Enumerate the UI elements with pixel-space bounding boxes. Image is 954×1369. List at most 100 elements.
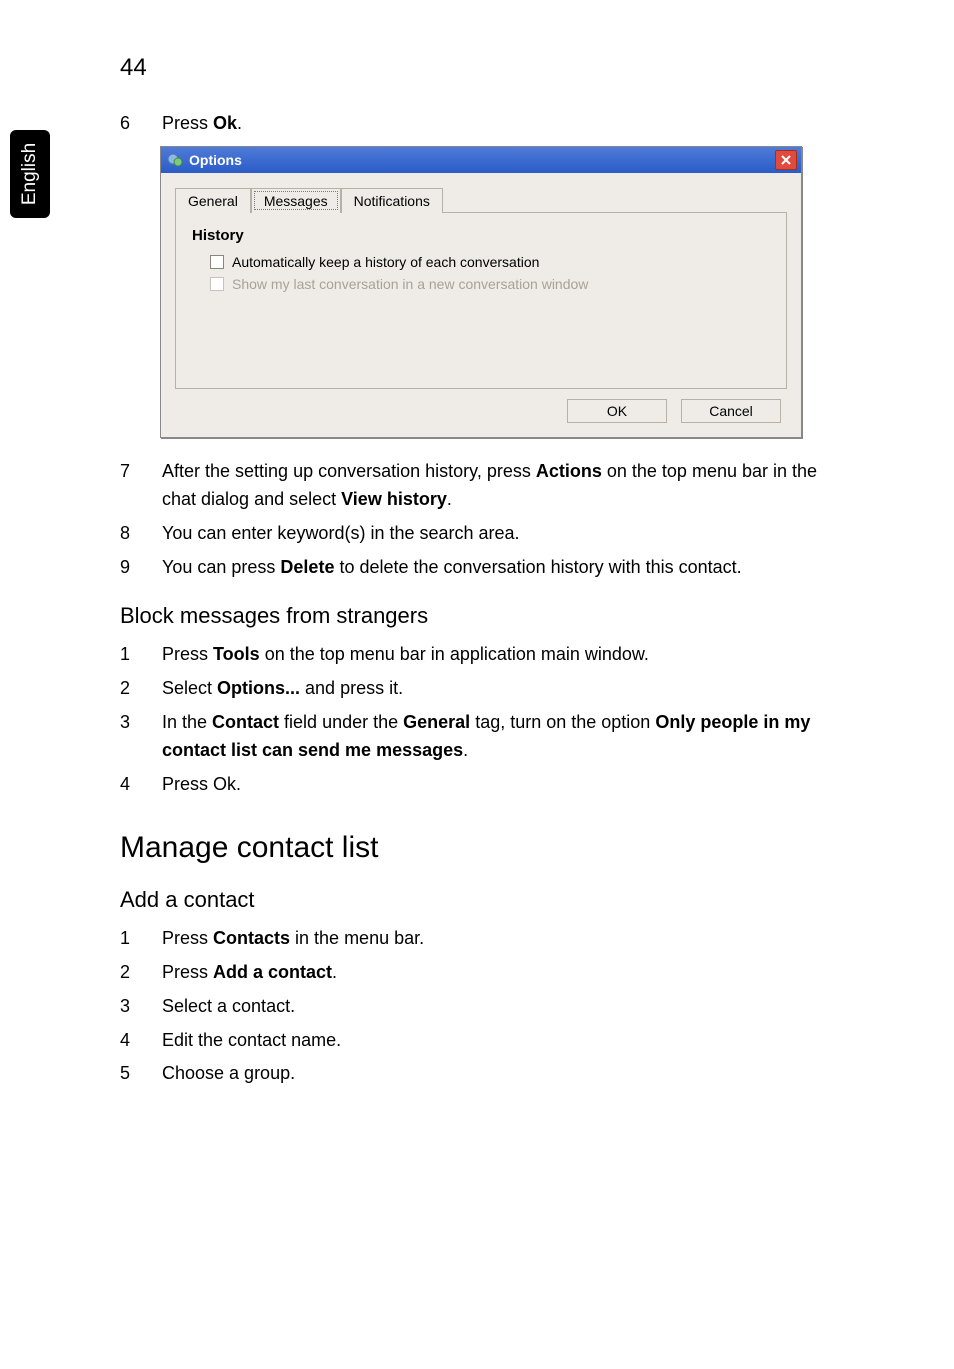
tab-notifications[interactable]: Notifications	[341, 188, 443, 213]
dialog-titlebar: Options	[161, 147, 801, 173]
text-bold: Contacts	[213, 928, 290, 948]
checkbox-show-last-convo: Show my last conversation in a new conve…	[210, 276, 770, 292]
step-number: 4	[120, 771, 138, 799]
text: Press	[162, 644, 213, 664]
text-bold: View history	[341, 489, 447, 509]
step-number: 1	[120, 925, 138, 953]
heading-block-strangers: Block messages from strangers	[120, 603, 820, 629]
checkbox-icon	[210, 255, 224, 269]
step-number: 2	[120, 959, 138, 987]
step-number: 3	[120, 709, 138, 765]
step-8: 8 You can enter keyword(s) in the search…	[120, 520, 820, 548]
step-d2: 2 Press Add a contact.	[120, 959, 820, 987]
step-text: Press Ok.	[162, 110, 242, 138]
ok-button[interactable]: OK	[567, 399, 667, 423]
step-d5: 5 Choose a group.	[120, 1060, 820, 1088]
text: Press	[162, 113, 213, 133]
step-text: Press Add a contact.	[162, 959, 337, 987]
text: and press it.	[300, 678, 403, 698]
step-d4: 4 Edit the contact name.	[120, 1027, 820, 1055]
text-bold: Ok	[213, 113, 237, 133]
text: .	[463, 740, 468, 760]
text: on the top menu bar in application main …	[260, 644, 649, 664]
text-bold: General	[403, 712, 470, 732]
step-text: In the Contact field under the General t…	[162, 709, 820, 765]
tab-messages[interactable]: Messages	[251, 188, 341, 213]
heading-add-a-contact: Add a contact	[120, 887, 820, 913]
step-number: 5	[120, 1060, 138, 1088]
step-c2: 2 Select Options... and press it.	[120, 675, 820, 703]
step-text: Press Ok.	[162, 771, 241, 799]
steps-list-a: 6 Press Ok.	[120, 110, 820, 138]
step-text: You can enter keyword(s) in the search a…	[162, 520, 520, 548]
step-text: Choose a group.	[162, 1060, 295, 1088]
language-side-tab: English	[10, 130, 50, 218]
step-text: You can press Delete to delete the conve…	[162, 554, 742, 582]
step-c4: 4 Press Ok.	[120, 771, 820, 799]
dialog-title: Options	[189, 152, 242, 168]
checkbox-label: Automatically keep a history of each con…	[232, 254, 539, 270]
section-history-title: History	[192, 227, 770, 244]
step-7: 7 After the setting up conversation hist…	[120, 458, 820, 514]
step-number: 3	[120, 993, 138, 1021]
checkbox-keep-history[interactable]: Automatically keep a history of each con…	[210, 254, 770, 270]
text: Press	[162, 962, 213, 982]
text-bold: Options...	[217, 678, 300, 698]
tab-panel-messages: History Automatically keep a history of …	[175, 212, 787, 389]
step-number: 1	[120, 641, 138, 669]
steps-list-c: 1 Press Tools on the top menu bar in app…	[120, 641, 820, 798]
page: 4 4 English 6 Press Ok. Options	[0, 0, 954, 1369]
step-number: 4	[120, 1027, 138, 1055]
titlebar-left: Options	[167, 152, 242, 168]
step-c1: 1 Press Tools on the top menu bar in app…	[120, 641, 820, 669]
tab-general[interactable]: General	[175, 188, 251, 213]
checkbox-label: Show my last conversation in a new conve…	[232, 276, 588, 292]
cancel-button[interactable]: Cancel	[681, 399, 781, 423]
step-number: 6	[120, 110, 138, 138]
step-text: Select a contact.	[162, 993, 295, 1021]
text: .	[447, 489, 452, 509]
text: You can press	[162, 557, 280, 577]
steps-list-b: 7 After the setting up conversation hist…	[120, 458, 820, 582]
heading-manage-contact-list: Manage contact list	[120, 831, 820, 865]
content-area: 6 Press Ok. Options	[120, 110, 820, 1094]
step-number: 2	[120, 675, 138, 703]
options-dialog-screenshot: Options General Messages Notifications H…	[160, 146, 802, 438]
step-number: 8	[120, 520, 138, 548]
text-bold: Add a contact	[213, 962, 332, 982]
dialog-tabs: General Messages Notifications	[175, 187, 787, 212]
text: field under the	[279, 712, 403, 732]
text-bold: Contact	[212, 712, 279, 732]
step-text: Press Contacts in the menu bar.	[162, 925, 424, 953]
text: Press	[162, 928, 213, 948]
app-icon	[167, 152, 183, 168]
text-bold: Tools	[213, 644, 260, 664]
text: to delete the conversation history with …	[334, 557, 741, 577]
text: After the setting up conversation histor…	[162, 461, 536, 481]
dialog-button-row: OK Cancel	[175, 389, 787, 427]
step-number: 7	[120, 458, 138, 514]
text: in the menu bar.	[290, 928, 424, 948]
close-icon	[781, 155, 791, 165]
steps-list-d: 1 Press Contacts in the menu bar. 2 Pres…	[120, 925, 820, 1088]
step-9: 9 You can press Delete to delete the con…	[120, 554, 820, 582]
language-label: English	[19, 143, 41, 205]
step-6: 6 Press Ok.	[120, 110, 820, 138]
text: Select	[162, 678, 217, 698]
text: .	[332, 962, 337, 982]
step-text: After the setting up conversation histor…	[162, 458, 820, 514]
step-c3: 3 In the Contact field under the General…	[120, 709, 820, 765]
step-text: Press Tools on the top menu bar in appli…	[162, 641, 649, 669]
text-bold: Actions	[536, 461, 602, 481]
step-text: Edit the contact name.	[162, 1027, 341, 1055]
text-bold: Delete	[280, 557, 334, 577]
text: tag, turn on the option	[470, 712, 655, 732]
dialog-body: General Messages Notifications History A…	[161, 173, 801, 437]
text: In the	[162, 712, 212, 732]
close-button[interactable]	[775, 150, 797, 170]
checkbox-icon	[210, 277, 224, 291]
step-number: 9	[120, 554, 138, 582]
step-d3: 3 Select a contact.	[120, 993, 820, 1021]
step-text: Select Options... and press it.	[162, 675, 403, 703]
text: .	[237, 113, 242, 133]
